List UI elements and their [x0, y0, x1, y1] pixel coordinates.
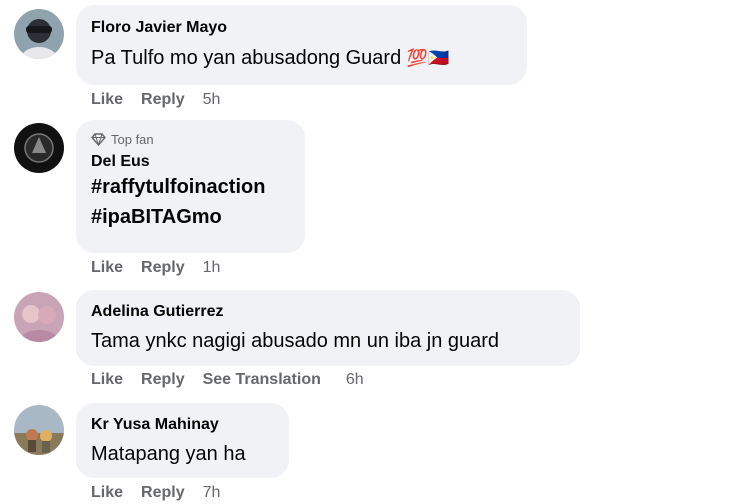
like-button[interactable]: Like	[91, 91, 123, 109]
comment-text: Tama ynkc nagigi abusado mn un iba jn gu…	[91, 330, 500, 352]
timestamp[interactable]: 1h	[203, 259, 221, 277]
comment-text: Matapang yan ha	[91, 443, 246, 465]
like-button[interactable]: Like	[91, 371, 123, 389]
avatar[interactable]	[14, 123, 64, 173]
comment-text: Pa Tulfo mo yan abusadong Guard 💯🇵🇭	[91, 43, 513, 74]
diamond-icon	[91, 133, 106, 146]
hundred-points-emoji: 💯	[406, 48, 428, 68]
comment-bubble: Adelina Gutierrez Tama ynkc nagigi abusa…	[76, 290, 580, 366]
author-name[interactable]: Adelina Gutierrez	[91, 302, 566, 321]
author-name[interactable]: Kr Yusa Mahinay	[91, 415, 275, 434]
comment-bubble: Kr Yusa Mahinay Matapang yan ha	[76, 403, 289, 478]
timestamp[interactable]: 5h	[203, 91, 221, 109]
see-translation-button[interactable]: See Translation	[203, 371, 321, 389]
like-button[interactable]: Like	[91, 484, 123, 502]
reply-button[interactable]: Reply	[141, 91, 185, 109]
comment-actions: Like Reply 7h	[91, 484, 238, 502]
top-fan-badge: Top fan	[91, 132, 291, 147]
comment-bubble: Floro Javier Mayo Pa Tulfo mo yan abusad…	[76, 5, 527, 85]
hashtag-link[interactable]: #raffytulfoinaction	[91, 172, 291, 202]
philippines-flag-emoji: 🇵🇭	[427, 48, 450, 68]
comment-actions: Like Reply 1h	[91, 259, 238, 277]
comment-text: #raffytulfoinaction #ipaBITAGmo	[91, 172, 291, 232]
comment-text-line: Pa Tulfo mo yan abusadong Guard	[91, 47, 402, 69]
author-name[interactable]: Floro Javier Mayo	[91, 18, 513, 37]
reply-button[interactable]: Reply	[141, 259, 185, 277]
timestamp[interactable]: 7h	[203, 484, 221, 502]
like-button[interactable]: Like	[91, 259, 123, 277]
hashtag-link[interactable]: #ipaBITAGmo	[91, 202, 291, 232]
comment-bubble: Top fan Del Eus #raffytulfoinaction #ipa…	[76, 120, 305, 253]
avatar[interactable]	[14, 9, 64, 59]
timestamp[interactable]: 6h	[346, 371, 364, 389]
comment-actions: Like Reply See Translation 6h	[91, 371, 382, 389]
comment-actions: Like Reply 5h	[91, 91, 238, 109]
reply-button[interactable]: Reply	[141, 484, 185, 502]
top-fan-label: Top fan	[111, 132, 154, 147]
reply-button[interactable]: Reply	[141, 371, 185, 389]
avatar[interactable]	[14, 292, 64, 342]
author-name[interactable]: Del Eus	[91, 152, 291, 171]
avatar[interactable]	[14, 405, 64, 455]
